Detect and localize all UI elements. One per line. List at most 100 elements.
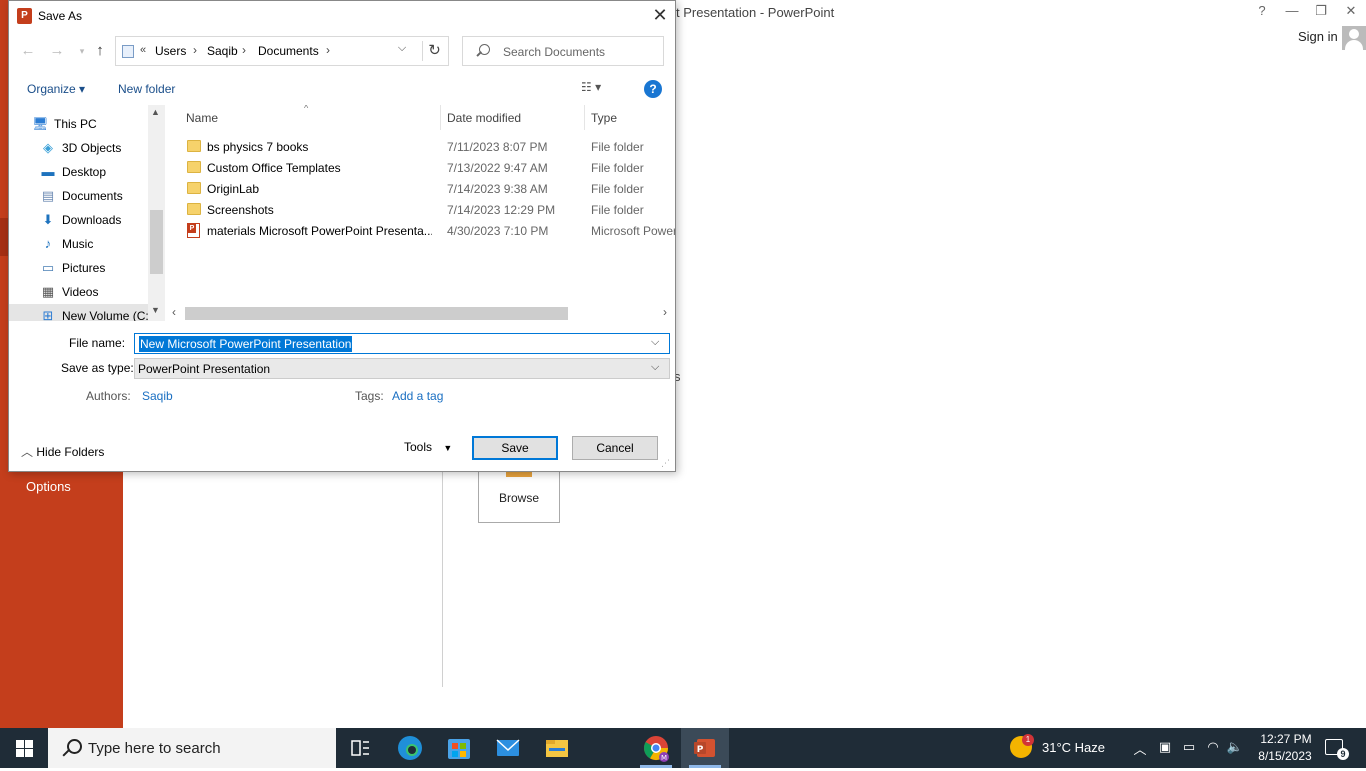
breadcrumb-separator[interactable]: › <box>242 43 246 57</box>
organize-button[interactable]: Organize ▾ <box>27 82 85 96</box>
breadcrumb-saqib[interactable]: Saqib <box>207 44 238 58</box>
file-name-value[interactable]: New Microsoft PowerPoint Presentation <box>139 336 353 352</box>
save-as-type-select[interactable]: PowerPoint Presentation ⌵ <box>134 358 670 379</box>
dialog-titlebar[interactable]: P Save As ✕ <box>9 1 675 31</box>
volume-icon[interactable]: 🔈 <box>1226 739 1244 755</box>
resize-grip-icon[interactable]: ⋰ <box>661 458 671 468</box>
column-divider[interactable] <box>584 105 585 130</box>
scrollbar-thumb[interactable] <box>185 307 568 320</box>
minimize-icon[interactable]: — <box>1282 3 1302 18</box>
breadcrumb-overflow[interactable]: « <box>140 44 146 56</box>
sign-in-link[interactable]: Sign in <box>1298 29 1338 44</box>
taskbar-search-box[interactable]: Type here to search <box>48 728 336 768</box>
hide-folders-button[interactable]: ︿ Hide Folders <box>21 443 104 460</box>
scroll-down-icon[interactable]: ▼ <box>151 305 160 315</box>
clock-time[interactable]: 12:27 PM <box>1258 732 1314 746</box>
file-list: ^ Name Date modified Type bs physics 7 b… <box>165 105 675 321</box>
nav-item-documents[interactable]: ▤ Documents <box>9 184 150 208</box>
breadcrumb-users[interactable]: Users <box>155 44 186 58</box>
column-divider[interactable] <box>440 105 441 130</box>
file-name: bs physics 7 books <box>207 140 309 154</box>
chevron-down-icon[interactable]: ⌵ <box>392 42 412 60</box>
file-name: Custom Office Templates <box>207 161 341 175</box>
column-header-row: ^ Name Date modified Type <box>165 105 675 130</box>
nav-item-downloads[interactable]: ⬇ Downloads <box>9 208 150 232</box>
folder-icon <box>187 140 201 152</box>
file-type: Microsoft Power <box>591 224 675 238</box>
close-icon[interactable]: ✕ <box>1341 3 1361 19</box>
column-header-date[interactable]: Date modified <box>447 111 521 125</box>
mail-icon[interactable] <box>484 728 532 768</box>
restore-icon[interactable]: ❐ <box>1311 3 1331 19</box>
taskbar: Type here to search M P 1 31°C Haze ︿ ▣ … <box>0 728 1366 768</box>
column-header-type[interactable]: Type <box>591 111 617 125</box>
nav-item-desktop[interactable]: ▬ Desktop <box>9 160 150 184</box>
windows-start-icon[interactable] <box>0 728 48 768</box>
edge-icon[interactable] <box>386 728 434 768</box>
nav-item-new-volume[interactable]: ⊞ New Volume (C: <box>9 304 150 321</box>
search-input[interactable]: Search Documents <box>462 36 664 66</box>
browse-button[interactable]: Browse <box>478 472 560 523</box>
store-icon[interactable] <box>435 728 483 768</box>
chevron-up-icon: ︿ <box>21 445 34 459</box>
task-view-icon[interactable] <box>336 728 384 768</box>
tools-button[interactable]: Tools ▼ <box>404 440 452 454</box>
up-arrow-icon[interactable]: ↑ <box>89 41 111 63</box>
chevron-up-icon[interactable]: ︿ <box>1131 739 1149 758</box>
scroll-up-icon[interactable]: ▲ <box>151 107 160 117</box>
weather-badge: 1 <box>1022 734 1034 746</box>
taskbar-search-placeholder: Type here to search <box>88 740 221 757</box>
back-arrow-icon[interactable]: ← <box>17 41 39 63</box>
file-name-field[interactable]: New Microsoft PowerPoint Presentation ⌵ <box>134 333 670 354</box>
scroll-right-icon[interactable]: › <box>663 305 667 319</box>
chevron-down-icon[interactable]: ⌵ <box>651 361 659 374</box>
chevron-down-icon[interactable]: ⌵ <box>651 336 659 349</box>
wifi-icon[interactable]: ◠ <box>1204 739 1222 755</box>
navigation-pane: 🖥 This PC ◈ 3D Objects ▬ Desktop ▤ Docum… <box>9 105 164 321</box>
file-row[interactable]: OriginLab 7/14/2023 9:38 AM File folder <box>165 178 675 199</box>
file-row[interactable]: materials Microsoft PowerPoint Presenta.… <box>165 220 675 241</box>
new-folder-button[interactable]: New folder <box>118 82 175 96</box>
weather-text[interactable]: 31°C Haze <box>1042 740 1105 755</box>
save-button[interactable]: Save <box>472 436 558 460</box>
nav-pane-scrollbar[interactable]: ▲ ▼ <box>148 105 165 321</box>
refresh-icon[interactable]: ↻ <box>422 41 446 61</box>
file-row[interactable]: Custom Office Templates 7/13/2022 9:47 AM… <box>165 157 675 178</box>
battery-icon[interactable]: ▭ <box>1180 739 1198 755</box>
tags-field[interactable]: Add a tag <box>392 389 443 403</box>
powerpoint-taskbar-icon[interactable]: P <box>681 728 729 768</box>
scrollbar-thumb[interactable] <box>150 210 163 274</box>
horizontal-scrollbar[interactable]: ‹ › <box>165 305 675 321</box>
nav-item-3d-objects[interactable]: ◈ 3D Objects <box>9 136 150 160</box>
file-row[interactable]: Screenshots 7/14/2023 12:29 PM File folder <box>165 199 675 220</box>
close-icon[interactable]: ✕ <box>645 4 675 28</box>
nav-item-pictures[interactable]: ▭ Pictures <box>9 256 150 280</box>
scroll-left-icon[interactable]: ‹ <box>172 305 176 319</box>
breadcrumb-separator[interactable]: › <box>193 43 197 57</box>
breadcrumb-documents[interactable]: Documents <box>258 44 319 58</box>
authors-field[interactable]: Saqib <box>142 389 173 403</box>
forward-arrow-icon[interactable]: → <box>46 41 68 63</box>
breadcrumb-separator[interactable]: › <box>326 43 330 57</box>
svg-text:P: P <box>697 745 704 755</box>
nav-item-videos[interactable]: ▦ Videos <box>9 280 150 304</box>
file-explorer-icon[interactable] <box>533 728 581 768</box>
nav-item-music[interactable]: ♪ Music <box>9 232 150 256</box>
file-type: File folder <box>591 182 644 196</box>
chrome-icon[interactable]: M <box>632 728 680 768</box>
help-icon[interactable]: ? <box>1252 3 1272 18</box>
view-options-button[interactable]: ☷ ▾ <box>581 80 621 98</box>
address-bar[interactable]: « Users › Saqib › Documents › ⌵ ↻ <box>115 36 449 66</box>
avatar-icon[interactable] <box>1342 26 1366 50</box>
help-icon[interactable]: ? <box>644 80 662 98</box>
folder-icon <box>187 161 201 173</box>
column-header-name[interactable]: Name <box>186 111 218 125</box>
nav-item-this-pc[interactable]: 🖥 This PC <box>9 112 150 136</box>
meet-now-icon[interactable]: ▣ <box>1156 739 1174 755</box>
file-row[interactable]: bs physics 7 books 7/11/2023 8:07 PM File … <box>165 136 675 157</box>
cancel-button[interactable]: Cancel <box>572 436 658 460</box>
nav-label: Documents <box>62 189 123 203</box>
nav-label: Music <box>62 237 94 251</box>
clock-date[interactable]: 8/15/2023 <box>1255 749 1315 763</box>
backstage-options-item[interactable]: Options <box>26 479 71 494</box>
